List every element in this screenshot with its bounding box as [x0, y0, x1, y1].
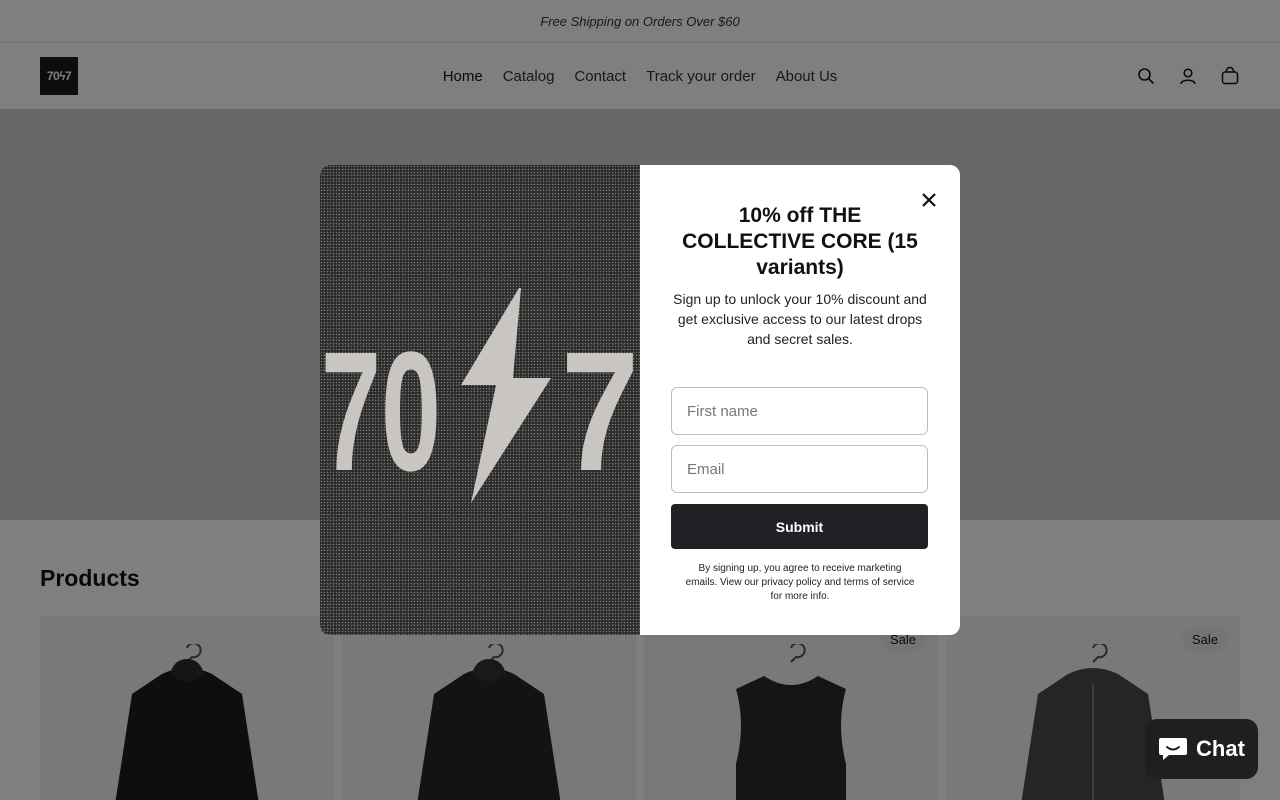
signup-form: 10% off THE COLLECTIVE CORE (15 variants…: [640, 165, 960, 635]
popup-subtitle: Sign up to unlock your 10% discount and …: [673, 291, 927, 347]
submit-button[interactable]: Submit: [671, 504, 928, 549]
close-icon[interactable]: [918, 189, 940, 211]
legal-text: By signing up, you agree to receive mark…: [685, 563, 915, 602]
popup-title: 10% off THE COLLECTIVE CORE (15 variants…: [682, 204, 918, 279]
popup-brand-image: 70 7: [320, 165, 640, 635]
email-field[interactable]: [671, 445, 928, 493]
discount-popup: 70 7 10% off THE COLLECTIVE CORE (15 var…: [320, 165, 960, 635]
chat-label: Chat: [1196, 736, 1245, 761]
brand-mark-graphic: 70 7: [321, 288, 639, 507]
first-name-field[interactable]: [671, 387, 928, 435]
chat-button[interactable]: Chat: [1145, 719, 1258, 779]
svg-text:7: 7: [561, 317, 639, 507]
svg-text:70: 70: [321, 317, 441, 507]
chat-bubble-icon: [1159, 738, 1188, 760]
